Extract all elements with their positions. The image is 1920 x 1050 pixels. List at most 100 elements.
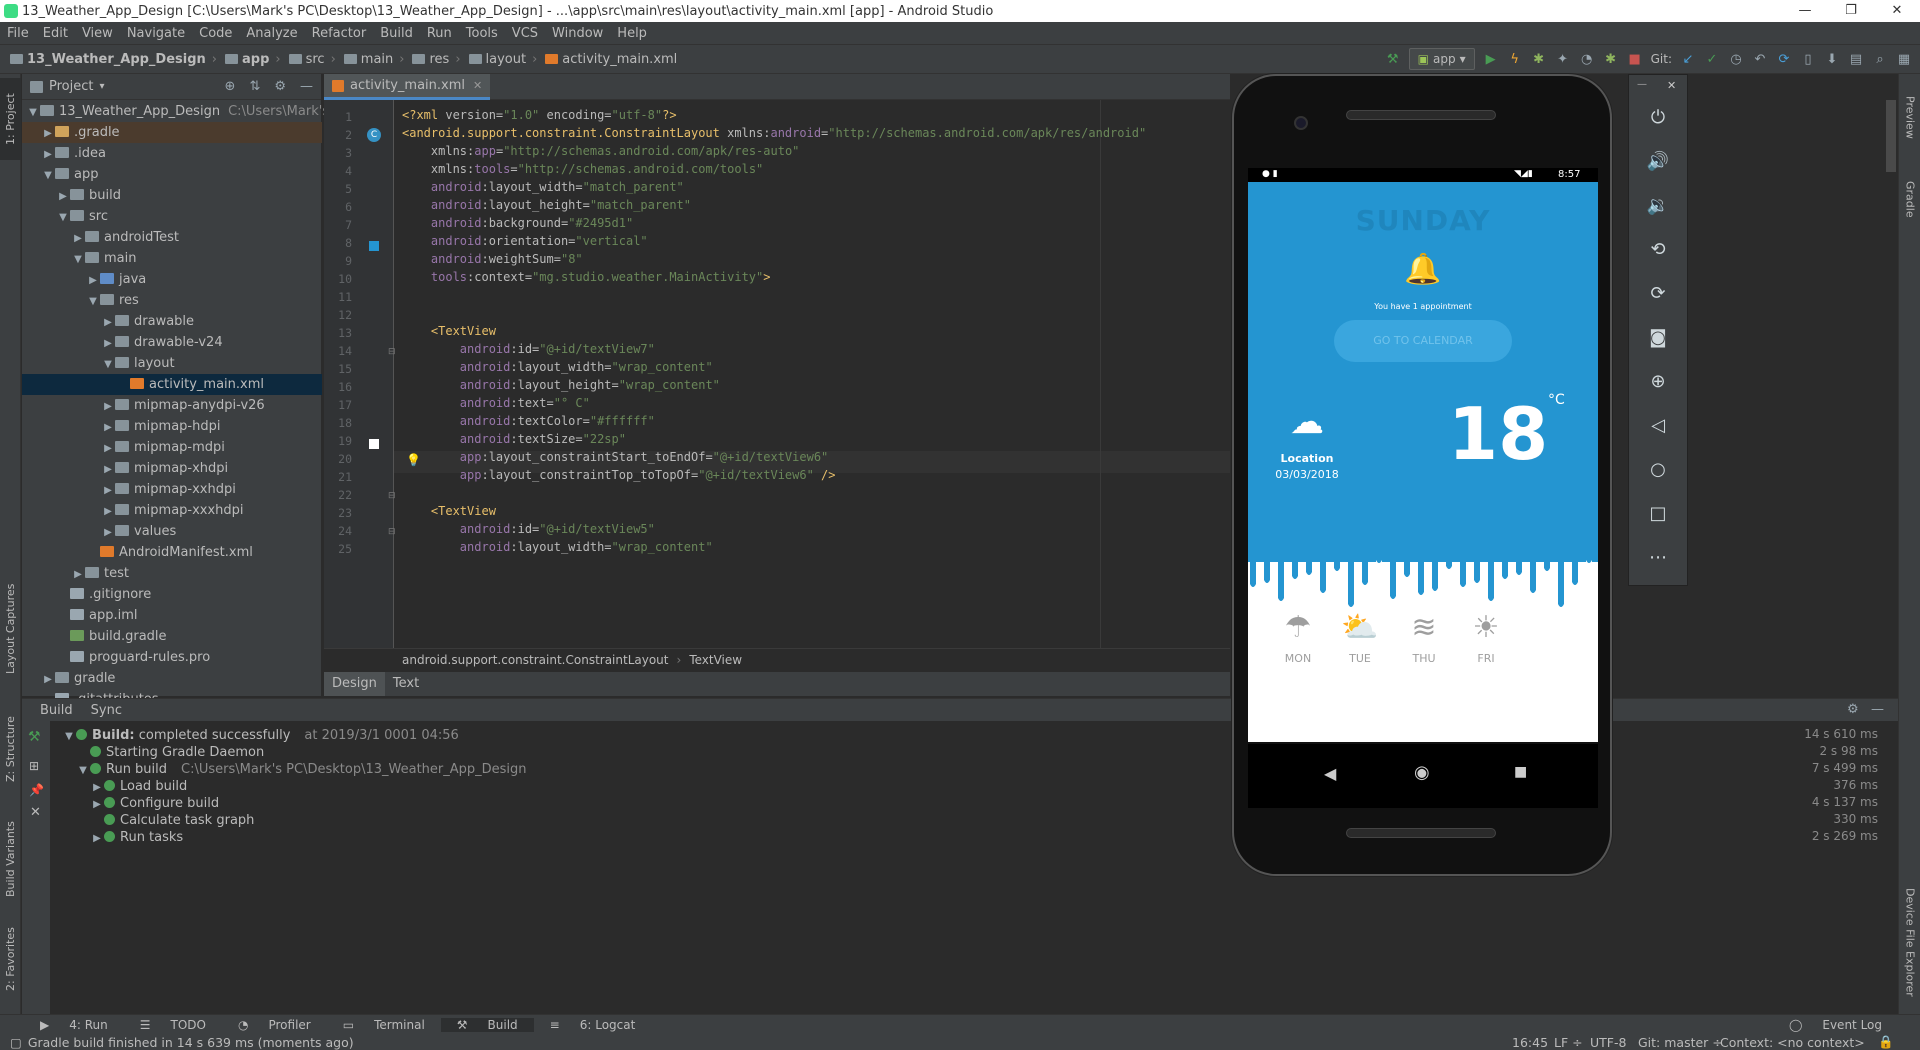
minimize-button[interactable]: — [1782, 0, 1828, 22]
chevron-right-icon[interactable]: ▶ [101, 438, 115, 459]
home-icon[interactable]: ○ [1629, 459, 1687, 480]
pin-icon[interactable]: 📌 [29, 783, 44, 797]
breadcrumb-item[interactable]: main › [340, 52, 409, 67]
breadcrumb-item[interactable]: layout › [465, 52, 542, 67]
minimize-icon[interactable]: — [1637, 79, 1647, 90]
menu-build[interactable]: Build [373, 26, 420, 41]
tree-item[interactable]: ▶ mipmap-xhdpi [22, 458, 322, 479]
search-icon[interactable]: ⌕ [1872, 51, 1888, 67]
chevron-down-icon[interactable]: ▼ [26, 102, 40, 123]
menu-analyze[interactable]: Analyze [239, 26, 304, 41]
menu-view[interactable]: View [75, 26, 120, 41]
apply-changes-icon[interactable]: ϟ [1507, 51, 1523, 67]
event-log-tab[interactable]: ◯ Event Log [1773, 1018, 1898, 1032]
tree-item[interactable]: ▶ androidTest [22, 227, 322, 248]
context-indicator[interactable]: Context: <no context> [1720, 1035, 1865, 1050]
recents-icon[interactable]: ■ [1514, 764, 1527, 780]
menu-run[interactable]: Run [420, 26, 459, 41]
status-toggle-icon[interactable]: ▢ [10, 1035, 22, 1050]
fold-icon[interactable]: ⊟ [388, 491, 396, 501]
chevron-right-icon[interactable]: ▶ [90, 779, 104, 796]
menu-help[interactable]: Help [610, 26, 654, 41]
tree-item[interactable]: app.iml [22, 605, 322, 626]
history-icon[interactable]: ◷ [1728, 51, 1744, 67]
chevron-down-icon[interactable]: ▼ [71, 249, 85, 270]
caret-position[interactable]: 16:45 [1512, 1035, 1548, 1050]
build-tree-row[interactable]: Starting Gradle Daemon [76, 744, 264, 761]
emulator-screen[interactable]: ● ▮ ◥◢▮ 8:57 SUNDAY 🔔 You have 1 appoint… [1248, 168, 1598, 742]
breadcrumb-item[interactable]: activity_main.xml [541, 52, 681, 67]
menu-file[interactable]: File [0, 26, 36, 41]
chevron-right-icon[interactable]: ▶ [101, 522, 115, 543]
go-to-calendar-button[interactable]: GO TO CALENDAR [1334, 320, 1512, 362]
zoom-icon[interactable]: ⊕ [1629, 371, 1687, 392]
menu-code[interactable]: Code [192, 26, 239, 41]
chevron-right-icon[interactable]: ▶ [101, 312, 115, 333]
menu-navigate[interactable]: Navigate [120, 26, 192, 41]
close-button[interactable]: ✕ [1874, 0, 1920, 22]
git-branch[interactable]: Git: master ÷ [1638, 1035, 1723, 1050]
tree-item[interactable]: ▶ mipmap-mdpi [22, 437, 322, 458]
more-icon[interactable]: ⋯ [1629, 547, 1687, 568]
tree-item[interactable]: .gitignore [22, 584, 322, 605]
chevron-down-icon[interactable]: ▼ [56, 207, 70, 228]
chevron-right-icon[interactable]: ▶ [101, 417, 115, 438]
revert-icon[interactable]: ↶ [1752, 51, 1768, 67]
tree-item[interactable]: ▶ values [22, 521, 322, 542]
build-tree-row[interactable]: Calculate task graph [90, 812, 254, 829]
line-separator[interactable]: LF ÷ [1554, 1035, 1583, 1050]
chevron-right-icon[interactable]: ▶ [101, 396, 115, 417]
toggle-view-icon[interactable]: ⊞ [29, 759, 39, 773]
chevron-right-icon[interactable]: ▶ [71, 228, 85, 249]
tool-tab-build-variants[interactable]: Build Variants [0, 809, 21, 909]
chevron-right-icon[interactable]: ▶ [101, 480, 115, 501]
tree-item[interactable]: ▶ drawable [22, 311, 322, 332]
attach-debugger-icon[interactable]: ✦ [1555, 51, 1571, 67]
tree-item[interactable]: ▼ res [22, 290, 322, 311]
tree-item[interactable]: ▼ layout [22, 353, 322, 374]
close-icon[interactable]: ✕ [1667, 79, 1676, 92]
git-commit-icon[interactable]: ✓ [1704, 51, 1720, 67]
tree-item[interactable]: ▶ test [22, 563, 322, 584]
chevron-right-icon[interactable]: ▶ [101, 333, 115, 354]
chevron-right-icon[interactable]: ▶ [101, 459, 115, 480]
chevron-right-icon[interactable]: ▶ [41, 669, 55, 690]
chevron-right-icon[interactable]: ▶ [90, 830, 104, 847]
hide-panel-icon[interactable]: — [300, 79, 313, 94]
tree-item[interactable]: ▶ build [22, 185, 322, 206]
build-tree-row[interactable]: ▶ Run tasks [90, 829, 183, 846]
chevron-right-icon[interactable]: ▶ [71, 564, 85, 585]
fold-icon[interactable]: ⊟ [388, 347, 396, 357]
tree-item[interactable]: ▶ mipmap-xxhdpi [22, 479, 322, 500]
gear-icon[interactable]: ⚙ [274, 79, 286, 94]
breadcrumb-item[interactable]: 13_Weather_App_Design › [6, 52, 221, 67]
tool-tab-device-file-explorer[interactable]: Device File Explorer [1899, 874, 1920, 1010]
tree-item[interactable]: ▼ src [22, 206, 322, 227]
build-tree-row[interactable]: ▶ Load build [90, 778, 187, 795]
tool-tab-layout-captures[interactable]: Layout Captures [0, 574, 21, 684]
tab-sync[interactable]: Sync [91, 703, 122, 718]
build-tree-row[interactable]: ▼ Run build C:\Users\Mark's PC\Desktop\13_… [76, 761, 526, 778]
breadcrumb-item[interactable]: res › [408, 52, 464, 67]
tree-item[interactable]: ▶ drawable-v24 [22, 332, 322, 353]
run-config-select[interactable]: ▣ app ▾ [1408, 48, 1475, 70]
code-editor[interactable]: C ⊟ ⊟ ⊟ 💡 1 <?xml version="1.0" encoding=… [324, 100, 1230, 648]
chevron-down-icon[interactable]: ▾ [99, 81, 104, 92]
tool-tab-gradle[interactable]: Gradle [1899, 164, 1920, 234]
chevron-right-icon[interactable]: ▶ [90, 796, 104, 813]
sdk-manager-icon[interactable]: ⬇ [1824, 51, 1840, 67]
close-icon[interactable]: ✕ [30, 805, 41, 820]
close-icon[interactable]: ✕ [473, 79, 482, 92]
tab-design[interactable]: Design [324, 672, 385, 696]
back-icon[interactable]: ◁ [1629, 415, 1687, 436]
rerun-icon[interactable]: ⚒ [28, 729, 41, 745]
debug-icon[interactable]: ✱ [1531, 51, 1547, 67]
collapse-all-icon[interactable]: ⇅ [249, 79, 260, 94]
breadcrumb-item[interactable]: src › [285, 52, 340, 67]
build-tree-row[interactable]: ▶ Configure build [90, 795, 219, 812]
bottom-tab-run[interactable]: ▶ 4: Run [24, 1018, 124, 1032]
class-icon[interactable]: C [367, 128, 381, 142]
tree-item[interactable]: AndroidManifest.xml [22, 542, 322, 563]
tool-tab-project[interactable]: 1: Project [0, 78, 21, 160]
power-icon[interactable]: ⏻ [1629, 107, 1687, 128]
